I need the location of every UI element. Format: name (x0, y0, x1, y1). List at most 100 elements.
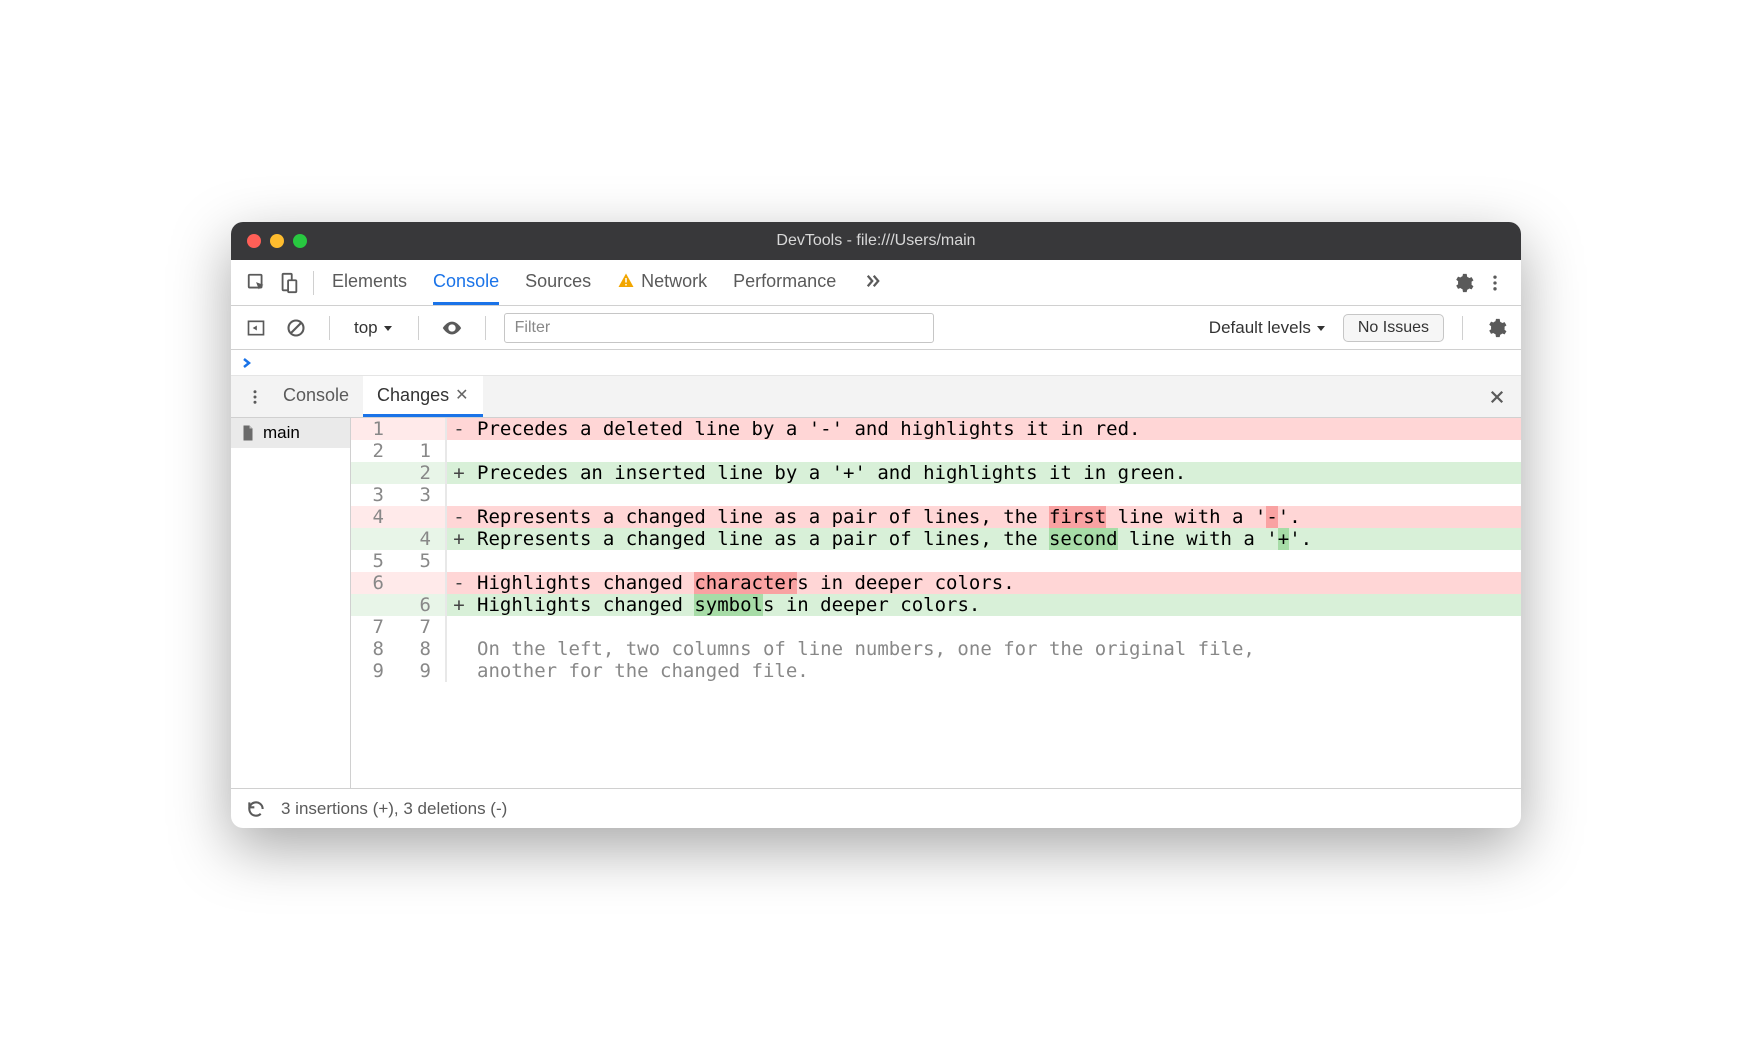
diff-code (471, 616, 1521, 638)
line-gutter: 2 (351, 462, 447, 484)
device-toggle-icon[interactable] (273, 267, 305, 299)
settings-icon[interactable] (1447, 267, 1479, 299)
dropdown-triangle-icon (1315, 322, 1327, 334)
diff-code (471, 550, 1521, 572)
diff-code: Precedes a deleted line by a '-' and hig… (471, 418, 1521, 440)
line-gutter: 21 (351, 440, 447, 462)
diff-line: 4-Represents a changed line as a pair of… (351, 506, 1521, 528)
line-gutter: 77 (351, 616, 447, 638)
minimize-window-button[interactable] (270, 234, 284, 248)
drawer-kebab-icon[interactable] (241, 388, 269, 406)
line-gutter: 88 (351, 638, 447, 660)
clear-console-icon[interactable] (281, 313, 311, 343)
drawer-tab-changes[interactable]: Changes ✕ (363, 376, 482, 417)
tab-console[interactable]: Console (433, 260, 499, 305)
separator (313, 271, 314, 295)
diff-code: Represents a changed line as a pair of l… (471, 528, 1521, 550)
separator (418, 316, 419, 340)
console-settings-icon[interactable] (1481, 313, 1511, 343)
diff-line: 77 (351, 616, 1521, 638)
diff-line: 99 another for the changed file. (351, 660, 1521, 682)
more-tabs-button[interactable] (862, 260, 884, 305)
console-sidebar-toggle-icon[interactable] (241, 313, 271, 343)
prompt-chevron-icon (241, 357, 253, 369)
tab-network-label: Network (641, 271, 707, 292)
statusbar: 3 insertions (+), 3 deletions (-) (231, 788, 1521, 828)
diff-code: Highlights changed characters in deeper … (471, 572, 1521, 594)
log-levels-selector[interactable]: Default levels (1203, 316, 1333, 340)
close-window-button[interactable] (247, 234, 261, 248)
diff-view[interactable]: 1-Precedes a deleted line by a '-' and h… (351, 418, 1521, 788)
diff-line: 2+Precedes an inserted line by a '+' and… (351, 462, 1521, 484)
changes-summary: 3 insertions (+), 3 deletions (-) (281, 799, 507, 819)
diff-marker (447, 550, 471, 572)
diff-marker: - (447, 418, 471, 440)
line-gutter: 6 (351, 594, 447, 616)
diff-code: Represents a changed line as a pair of l… (471, 506, 1521, 528)
file-icon (239, 422, 257, 444)
diff-code: On the left, two columns of line numbers… (471, 638, 1521, 660)
tab-network[interactable]: Network (617, 260, 707, 305)
line-gutter: 1 (351, 418, 447, 440)
panel-tabs: Elements Console Sources Network Perform… (332, 260, 884, 305)
revert-icon[interactable] (245, 799, 267, 819)
diff-marker (447, 440, 471, 462)
diff-marker (447, 660, 471, 682)
line-gutter: 55 (351, 550, 447, 572)
live-expression-icon[interactable] (437, 313, 467, 343)
diff-marker: - (447, 506, 471, 528)
diff-line: 4+Represents a changed line as a pair of… (351, 528, 1521, 550)
drawer-tabs: Console Changes ✕ (231, 376, 1521, 418)
inspect-element-icon[interactable] (241, 267, 273, 299)
kebab-menu-icon[interactable] (1479, 267, 1511, 299)
context-selector-label: top (354, 318, 378, 338)
titlebar: DevTools - file:///Users/main (231, 222, 1521, 260)
drawer-tab-changes-label: Changes (377, 385, 449, 406)
traffic-lights (247, 234, 307, 248)
tab-sources[interactable]: Sources (525, 260, 591, 305)
devtools-window: DevTools - file:///Users/main Elements C… (231, 222, 1521, 828)
diff-line: 6-Highlights changed characters in deepe… (351, 572, 1521, 594)
separator (485, 316, 486, 340)
separator (1462, 316, 1463, 340)
line-gutter: 4 (351, 528, 447, 550)
diff-marker: - (447, 572, 471, 594)
main-toolbar: Elements Console Sources Network Perform… (231, 260, 1521, 306)
tab-elements[interactable]: Elements (332, 260, 407, 305)
maximize-window-button[interactable] (293, 234, 307, 248)
separator (329, 316, 330, 340)
diff-line: 33 (351, 484, 1521, 506)
changes-panel: main 1-Precedes a deleted line by a '-' … (231, 418, 1521, 788)
diff-marker: + (447, 594, 471, 616)
diff-line: 6+Highlights changed symbols in deeper c… (351, 594, 1521, 616)
diff-marker: + (447, 528, 471, 550)
drawer-tab-console[interactable]: Console (269, 376, 363, 417)
console-filterbar: top Default levels No Issues (231, 306, 1521, 350)
diff-line: 21 (351, 440, 1521, 462)
diff-marker (447, 484, 471, 506)
chevron-double-right-icon (862, 272, 884, 290)
diff-code: Precedes an inserted line by a '+' and h… (471, 462, 1521, 484)
close-tab-icon[interactable]: ✕ (455, 385, 468, 405)
console-prompt[interactable] (231, 350, 1521, 376)
diff-line: 55 (351, 550, 1521, 572)
context-selector[interactable]: top (348, 316, 400, 340)
diff-marker (447, 638, 471, 660)
diff-marker: + (447, 462, 471, 484)
diff-code: Highlights changed symbols in deeper col… (471, 594, 1521, 616)
filter-input[interactable] (504, 313, 934, 343)
changes-sidebar: main (231, 418, 351, 788)
diff-code: another for the changed file. (471, 660, 1521, 682)
diff-marker (447, 616, 471, 638)
line-gutter: 33 (351, 484, 447, 506)
log-levels-label: Default levels (1209, 318, 1311, 338)
diff-code (471, 440, 1521, 462)
line-gutter: 4 (351, 506, 447, 528)
file-item[interactable]: main (231, 418, 350, 448)
close-drawer-icon[interactable] (1483, 388, 1511, 406)
tab-performance[interactable]: Performance (733, 260, 836, 305)
issues-button[interactable]: No Issues (1343, 314, 1444, 342)
diff-code (471, 484, 1521, 506)
line-gutter: 99 (351, 660, 447, 682)
warning-icon (617, 272, 635, 290)
